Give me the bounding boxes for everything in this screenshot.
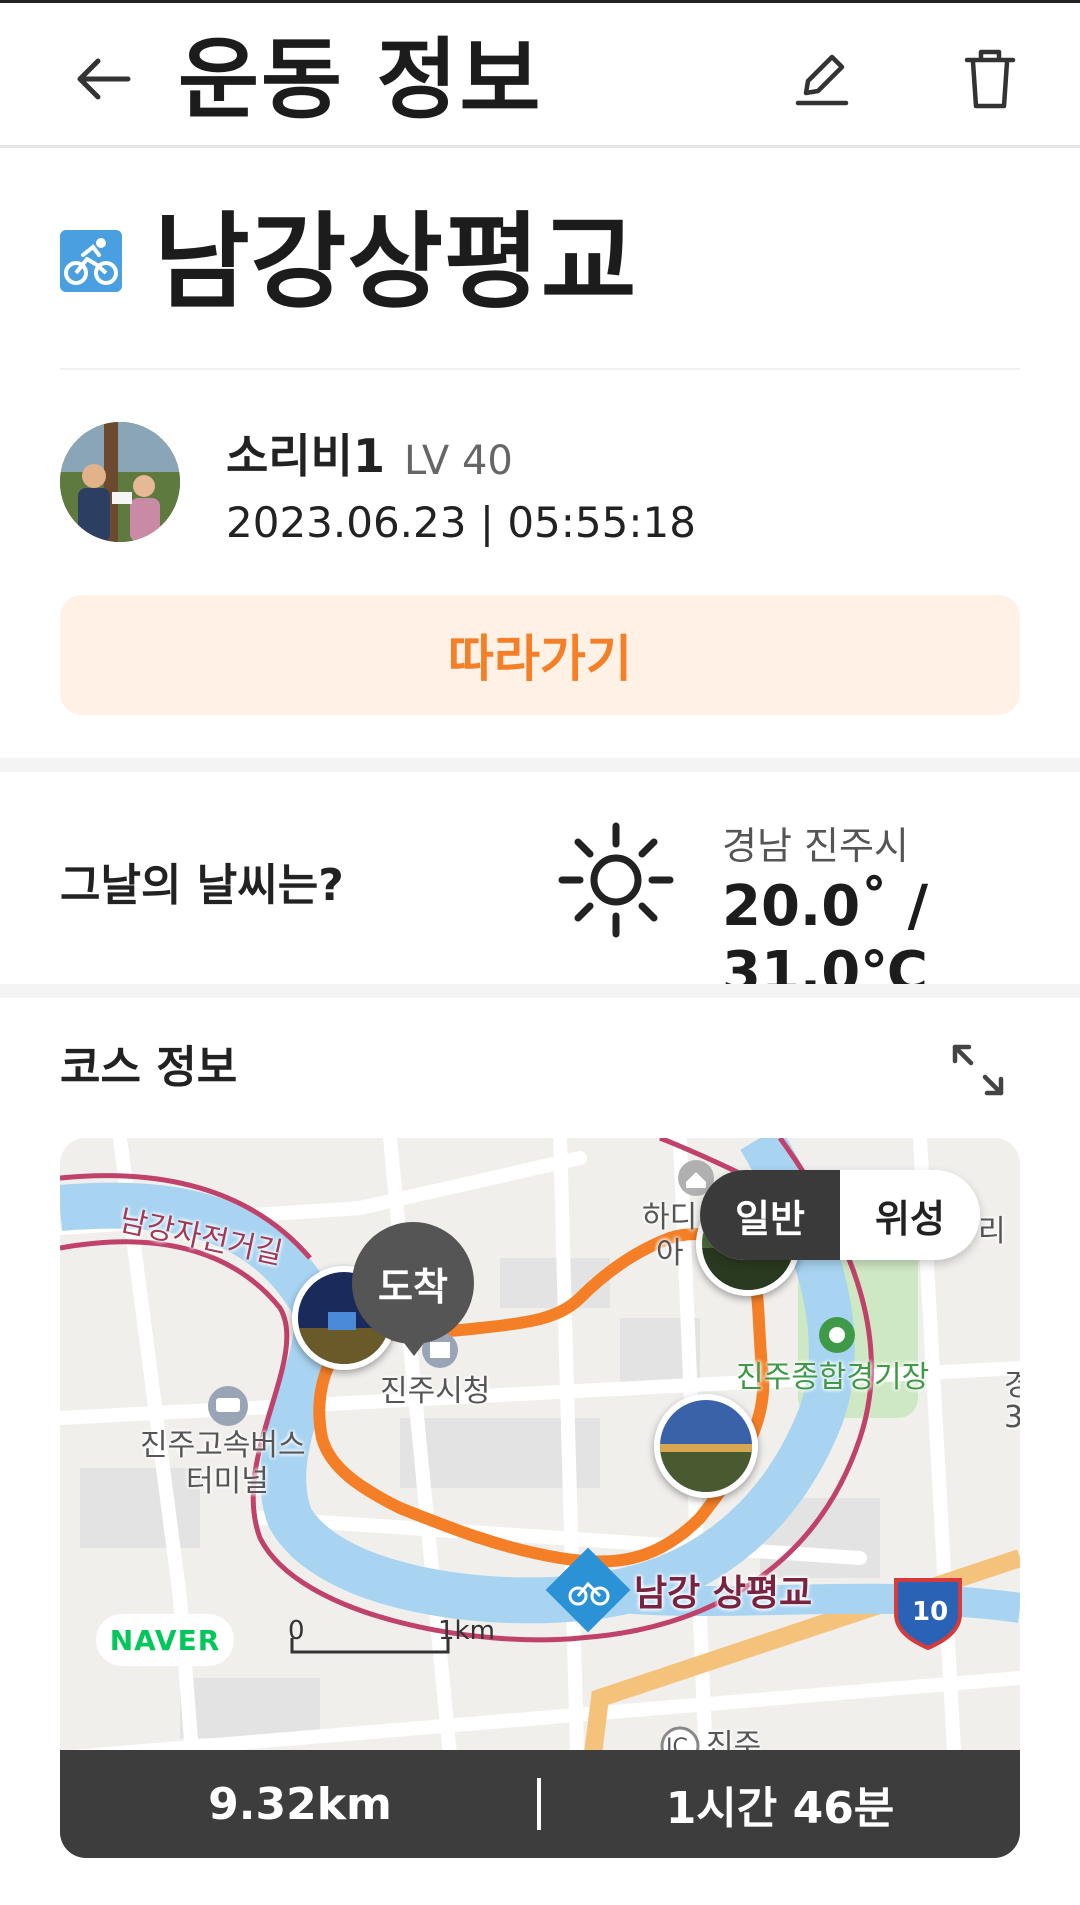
weather-question: 그날의 날씨는? [60, 860, 344, 911]
edit-button[interactable] [786, 43, 858, 115]
map-label-bus-terminal: 진주고속버스 [140, 1428, 306, 1463]
naver-logo: NAVER [96, 1614, 234, 1666]
course-title: 코스 정보 [60, 1042, 238, 1093]
trash-icon [964, 49, 1016, 109]
activity-header: 남강상평교 [60, 200, 1020, 370]
user-level: LV 40 [404, 438, 513, 484]
section-divider [0, 984, 1080, 998]
arrow-left-icon [77, 58, 131, 100]
map-type-normal[interactable]: 일반 [700, 1170, 840, 1260]
arrival-pin-tail [394, 1330, 434, 1356]
activity-title: 남강상평교 [154, 201, 638, 323]
map-label-bridge: 남강 상평교 [634, 1573, 813, 1614]
course-stats-bar: 9.32km 1시간 46분 [60, 1750, 1020, 1858]
expand-button[interactable] [948, 1040, 1008, 1100]
user-name: 소리비1 [226, 429, 385, 483]
section-divider [0, 758, 1080, 772]
cycling-icon [60, 230, 122, 292]
map-label-edge: 경 [1004, 1368, 1020, 1403]
user-profile: 소리비1 LV 40 2023.06.23 | 05:55:18 [60, 422, 1020, 552]
weather-location: 경남 진주시 [722, 824, 909, 868]
course-map[interactable]: 남강자전거길 진주시청 진주고속버스 터미널 진주종합경기장 남강 상평교 하디… [60, 1138, 1020, 1858]
weather-section: 그날의 날씨는? 경남 진주시 20.0˚ / 31.0℃ [0, 776, 1080, 1005]
map-type-satellite[interactable]: 위성 [840, 1170, 980, 1260]
scale-label-end: 1km [438, 1616, 495, 1646]
page-title: 운동 정보 [178, 28, 543, 131]
map-label-apt: 하디 [642, 1200, 698, 1235]
avatar[interactable] [60, 422, 180, 542]
map-label-city-hall: 진주시청 [380, 1374, 491, 1409]
follow-button[interactable]: 따라가기 [60, 595, 1020, 715]
pencil-icon [795, 54, 849, 106]
map-label-stadium: 진주종합경기장 [736, 1360, 930, 1395]
sun-icon [558, 822, 674, 938]
delete-button[interactable] [954, 43, 1026, 115]
map-label-edge-3: 리 [978, 1214, 1006, 1249]
course-distance: 9.32km [208, 1778, 392, 1830]
map-label-apt-2: 아 [656, 1236, 684, 1271]
course-duration: 1시간 46분 [665, 1783, 895, 1834]
stats-separator [537, 1778, 541, 1830]
scale-label-start: 0 [288, 1616, 305, 1646]
expand-icon [952, 1044, 1004, 1096]
back-button[interactable] [66, 43, 138, 115]
record-datetime: 2023.06.23 | 05:55:18 [226, 498, 696, 547]
photo-pin[interactable] [654, 1394, 758, 1498]
map-label-highway: 10 [912, 1597, 949, 1627]
map-label-edge-2: 3 [1004, 1400, 1020, 1435]
top-bar: 운동 정보 [0, 0, 1080, 148]
arrival-pin[interactable]: 도착 [352, 1222, 474, 1344]
map-type-toggle: 일반 위성 [700, 1170, 980, 1260]
map-label-bus-terminal-2: 터미널 [186, 1464, 269, 1499]
